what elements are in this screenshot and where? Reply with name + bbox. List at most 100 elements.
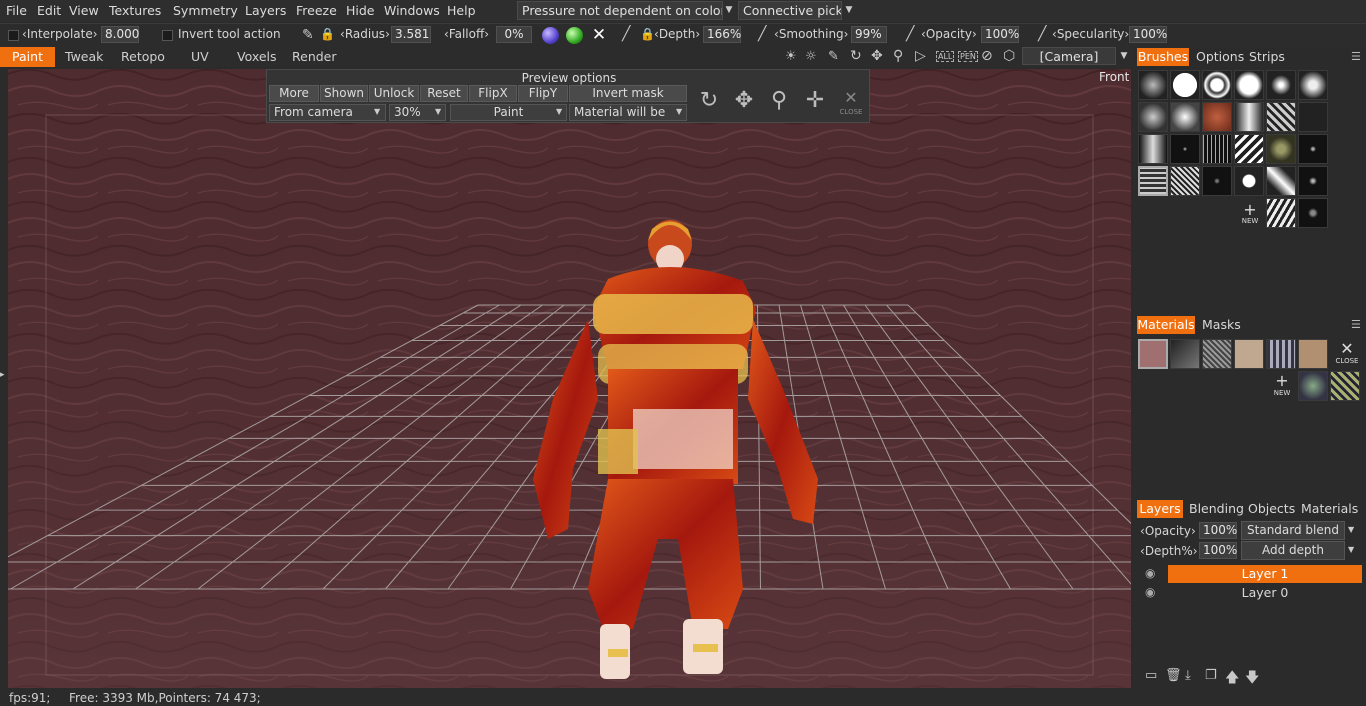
light-icon[interactable]: ☼ — [805, 49, 817, 64]
new-layer-icon[interactable]: ▭ — [1145, 668, 1157, 683]
tab-render[interactable]: Render — [292, 47, 337, 67]
brush-thumbnail[interactable] — [1170, 134, 1200, 164]
brush-thumbnail[interactable] — [1234, 134, 1264, 164]
brush-thumbnail[interactable] — [1138, 102, 1168, 132]
tab-voxels[interactable]: Voxels — [237, 47, 277, 67]
pressure-pen-icon[interactable]: ✎ — [302, 27, 314, 43]
layer-row-layer-0[interactable]: Layer 0 — [1168, 584, 1362, 602]
brush-thumbnail[interactable] — [1266, 198, 1296, 228]
smoothing-pen-icon[interactable]: ╱ — [758, 26, 766, 42]
menu-help[interactable]: Help — [447, 3, 476, 18]
tab-tweak[interactable]: Tweak — [65, 47, 103, 67]
menu-textures[interactable]: Textures — [109, 3, 161, 18]
tab-paint[interactable]: Paint — [0, 47, 55, 67]
interpolate-checkbox[interactable] — [8, 30, 19, 41]
panel-menu-icon[interactable]: ☰ — [1351, 50, 1361, 63]
lock-icon[interactable]: 🔒 — [320, 27, 335, 41]
brush-thumbnail[interactable] — [1234, 166, 1264, 196]
menu-symmetry[interactable]: Symmetry — [173, 3, 238, 18]
preview-material-dropdown[interactable]: Material will be — [569, 104, 687, 121]
preview-more-button[interactable]: More — [269, 85, 319, 102]
depth-pen-icon[interactable]: ╱ — [622, 26, 630, 42]
preview-flipy-button[interactable]: FlipY — [518, 85, 568, 102]
brush-thumbnail[interactable] — [1234, 70, 1264, 100]
preview-mode-dropdown[interactable]: Paint — [450, 104, 567, 121]
zoom-view-icon[interactable]: ⚲ — [893, 48, 903, 64]
eye-icon[interactable]: ◉ — [1145, 566, 1155, 580]
rotate-view-icon[interactable]: ↻ — [850, 48, 862, 64]
tab-layer-materials[interactable]: Materials — [1301, 500, 1358, 518]
preview-unlock-button[interactable]: Unlock — [369, 85, 419, 102]
opacity-pen-icon[interactable]: ╱ — [906, 26, 914, 42]
brush-thumbnail[interactable] — [1298, 102, 1328, 132]
brush-thumbnail[interactable] — [1266, 166, 1296, 196]
sun-icon[interactable]: ☀ — [785, 49, 797, 64]
material-thumbnail[interactable] — [1298, 371, 1328, 401]
tab-strips[interactable]: Strips — [1249, 48, 1285, 66]
material-thumbnail[interactable] — [1138, 339, 1168, 369]
tab-options[interactable]: Options — [1196, 48, 1244, 66]
brush-thumbnail[interactable] — [1138, 134, 1168, 164]
material-thumbnail[interactable] — [1170, 339, 1200, 369]
panel-menu-icon[interactable]: ☰ — [1351, 318, 1361, 331]
brush-thumbnail[interactable] — [1266, 70, 1296, 100]
close-icon[interactable]: ✕ — [590, 26, 608, 44]
tab-retopo[interactable]: Retopo — [121, 47, 165, 67]
chevron-down-icon[interactable]: ▼ — [722, 1, 736, 20]
material-thumbnail[interactable] — [1234, 339, 1264, 369]
brush-thumbnail[interactable] — [1298, 198, 1328, 228]
zoom-icon[interactable]: ⚲ — [764, 86, 794, 116]
pan-view-icon[interactable]: ✥ — [871, 48, 883, 64]
play-icon[interactable]: ▷ — [915, 48, 926, 64]
chevron-down-icon[interactable]: ▼ — [1117, 47, 1131, 65]
menu-view[interactable]: View — [69, 3, 99, 18]
chevron-down-icon[interactable]: ▼ — [842, 1, 856, 20]
chevron-down-icon[interactable]: ▼ — [1348, 545, 1354, 554]
brush-thumbnail[interactable] — [1298, 70, 1328, 100]
tab-layers[interactable]: Layers — [1137, 500, 1183, 518]
chevron-down-icon[interactable]: ▼ — [676, 107, 682, 116]
menu-edit[interactable]: Edit — [37, 3, 61, 18]
chevron-down-icon[interactable]: ▼ — [556, 107, 562, 116]
preview-source-dropdown[interactable]: From camera — [269, 104, 386, 121]
radius-value[interactable]: 3.581 — [391, 26, 431, 43]
material-thumbnail[interactable] — [1298, 339, 1328, 369]
tab-masks[interactable]: Masks — [1202, 316, 1241, 334]
brush-thumbnail[interactable] — [1298, 134, 1328, 164]
brush-thumbnail[interactable] — [1202, 134, 1232, 164]
material-thumbnail[interactable] — [1202, 339, 1232, 369]
connective-dropdown[interactable]: Connective picki — [738, 1, 842, 20]
left-panel-toggle-icon[interactable]: ▸ — [0, 370, 5, 380]
select-all-icon[interactable]: ALL — [936, 51, 955, 62]
merge-layer-icon[interactable]: ⤓ — [1185, 668, 1191, 683]
blend-mode-dropdown[interactable]: Standard blend — [1241, 521, 1345, 540]
pressure-dropdown[interactable]: Pressure not dependent on color — [517, 1, 723, 20]
brush-thumbnail[interactable] — [1138, 70, 1168, 100]
lock-icon[interactable]: 🔒 — [640, 27, 655, 41]
preview-flipx-button[interactable]: FlipX — [469, 85, 517, 102]
preview-invert-mask-button[interactable]: Invert mask — [569, 85, 687, 102]
select-pen-icon[interactable]: PEN — [958, 51, 978, 62]
depth-value[interactable]: 166% — [703, 26, 741, 43]
brush-thumbnail[interactable] — [1202, 102, 1232, 132]
brush-thumbnail[interactable] — [1202, 70, 1232, 100]
invert-tool-checkbox[interactable] — [162, 30, 173, 41]
brush-thumbnail[interactable] — [1266, 102, 1296, 132]
3d-viewport[interactable]: Front — [8, 69, 1131, 688]
move-layer-down-icon[interactable]: 🡇 — [1245, 667, 1259, 691]
brush-thumbnail[interactable] — [1298, 166, 1328, 196]
brush-thumbnail[interactable] — [1170, 102, 1200, 132]
material-thumbnail[interactable] — [1266, 339, 1296, 369]
menu-hide[interactable]: Hide — [346, 3, 375, 18]
brush-thumbnail[interactable] — [1170, 166, 1200, 196]
menu-layers[interactable]: Layers — [245, 3, 286, 18]
brush-thumbnail[interactable] — [1138, 166, 1168, 196]
rotate-icon[interactable]: ↻ — [694, 86, 724, 116]
brush-thumbnail[interactable] — [1202, 166, 1232, 196]
move-icon[interactable]: ✥ — [729, 86, 759, 116]
falloff-value[interactable]: 0% — [496, 26, 532, 43]
menu-windows[interactable]: Windows — [384, 3, 440, 18]
light-pen-icon[interactable]: ✎ — [828, 49, 839, 64]
smoothing-value[interactable]: 99% — [851, 26, 887, 43]
interpolate-value[interactable]: 8.000 — [101, 26, 139, 43]
